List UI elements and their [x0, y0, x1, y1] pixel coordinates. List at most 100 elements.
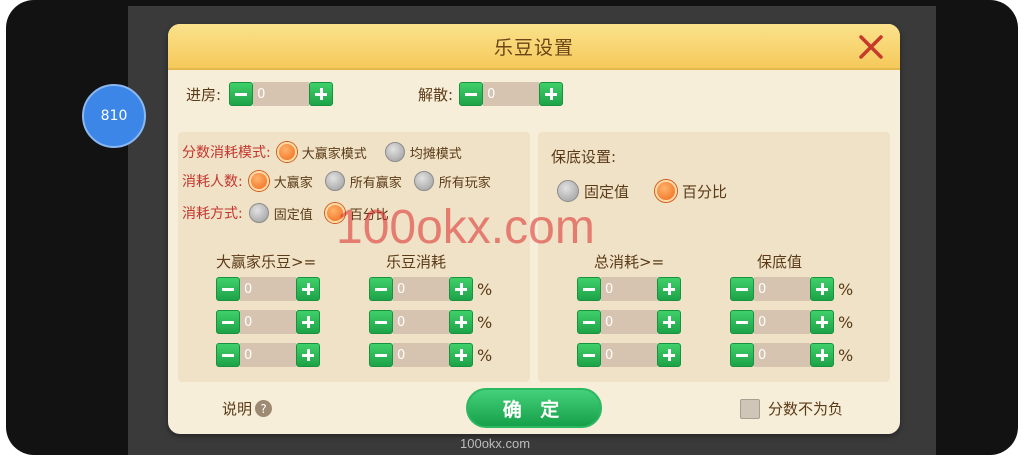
- dissolve-row: 解散: 0: [418, 80, 564, 108]
- total-threshold-stepper: 0: [577, 343, 681, 367]
- minus-button[interactable]: [369, 310, 393, 334]
- plus-button[interactable]: [449, 310, 473, 334]
- help-link[interactable]: 说明 ?: [222, 398, 273, 419]
- threshold-stepper: 0: [216, 277, 320, 301]
- enter-room-value[interactable]: 0: [253, 82, 310, 106]
- minus-button[interactable]: [577, 343, 601, 367]
- total-threshold-value[interactable]: 0: [601, 277, 657, 301]
- score-mode-label: 分数消耗模式:: [182, 145, 271, 161]
- threshold-value[interactable]: 0: [240, 277, 296, 301]
- enter-room-row: 进房: 0: [186, 80, 334, 108]
- confirm-button[interactable]: 确 定: [466, 388, 602, 428]
- total-threshold-stepper: 0: [577, 310, 681, 334]
- close-icon[interactable]: [856, 32, 886, 62]
- dissolve-stepper: 0: [459, 82, 564, 106]
- radio-floor-percent[interactable]: [655, 180, 678, 202]
- radio-label: 所有玩家: [438, 175, 491, 191]
- plus-button[interactable]: [810, 343, 834, 367]
- floor-stepper: 0 %: [730, 343, 853, 367]
- plus-button[interactable]: [309, 82, 334, 106]
- plus-button[interactable]: [296, 343, 320, 367]
- minus-button[interactable]: [216, 310, 240, 334]
- plus-button[interactable]: [449, 277, 473, 301]
- plus-button[interactable]: [296, 310, 320, 334]
- minus-button[interactable]: [459, 82, 484, 106]
- radio-big-winner-mode[interactable]: [276, 142, 297, 162]
- col-header-big-winner-beans: 大赢家乐豆>=: [216, 253, 317, 271]
- radio-label: 百分比: [682, 182, 728, 201]
- non-negative-checkbox[interactable]: [740, 398, 760, 419]
- plus-button[interactable]: [810, 310, 834, 334]
- percent-unit: %: [838, 345, 854, 365]
- radio-floor-fixed[interactable]: [557, 180, 579, 202]
- floor-stepper: 0 %: [730, 277, 853, 301]
- minus-button[interactable]: [730, 343, 754, 367]
- minus-button[interactable]: [229, 82, 254, 106]
- plus-button[interactable]: [810, 277, 834, 301]
- help-label: 说明: [222, 400, 253, 418]
- plus-button[interactable]: [296, 277, 320, 301]
- threshold-stepper: 0: [216, 343, 320, 367]
- minus-button[interactable]: [577, 310, 601, 334]
- consume-method-label: 消耗方式:: [182, 206, 243, 222]
- threshold-value[interactable]: 0: [240, 310, 296, 334]
- floor-value[interactable]: 0: [754, 277, 810, 301]
- total-threshold-value[interactable]: 0: [601, 343, 657, 367]
- percent-unit: %: [838, 279, 854, 299]
- score-mode-row: 分数消耗模式: 大赢家模式 均摊模式: [182, 142, 474, 162]
- plus-button[interactable]: [657, 310, 681, 334]
- floor-value[interactable]: 0: [754, 343, 810, 367]
- minus-button[interactable]: [577, 277, 601, 301]
- minus-button[interactable]: [369, 277, 393, 301]
- floor-options-row: 固定值 百分比: [557, 180, 739, 202]
- percent-unit: %: [477, 312, 493, 332]
- dialog-titlebar: 乐豆设置: [168, 24, 900, 70]
- enter-room-stepper: 0: [229, 82, 334, 106]
- plus-button[interactable]: [657, 343, 681, 367]
- col-header-total-consume: 总消耗>=: [594, 253, 665, 271]
- consume-stepper: 0 %: [369, 343, 492, 367]
- minus-button[interactable]: [369, 343, 393, 367]
- consume-stepper: 0 %: [369, 277, 492, 301]
- radio-big-winner[interactable]: [248, 171, 269, 191]
- consume-count-row: 消耗人数: 大赢家 所有赢家 所有玩家: [182, 171, 503, 191]
- floor-setting-row: 保底设置:: [551, 146, 616, 167]
- total-threshold-stepper: 0: [577, 277, 681, 301]
- question-icon[interactable]: ?: [255, 400, 273, 417]
- consume-count-label: 消耗人数:: [182, 174, 243, 190]
- minus-button[interactable]: [730, 277, 754, 301]
- plus-button[interactable]: [539, 82, 564, 106]
- radio-all-players[interactable]: [413, 171, 434, 191]
- dialog-title: 乐豆设置: [493, 36, 574, 59]
- screen: 810 乐豆设置 进房: 0 解散: 0 分数消耗模式: 大赢家模式 均摊模式 …: [0, 0, 1024, 461]
- floor-panel: 保底设置: 固定值 百分比 总消耗>= 保底值 0 0 % 0 0 % 0 0 …: [538, 132, 890, 382]
- consume-value[interactable]: 0: [393, 310, 449, 334]
- minus-button[interactable]: [216, 277, 240, 301]
- minus-button[interactable]: [216, 343, 240, 367]
- consumption-panel: 分数消耗模式: 大赢家模式 均摊模式 消耗人数: 大赢家 所有赢家 所有玩家 消…: [178, 132, 530, 382]
- footer-watermark: 100okx.com: [460, 436, 531, 451]
- radio-fixed-value[interactable]: [248, 203, 269, 223]
- radio-label: 大赢家: [273, 175, 313, 191]
- radio-split-mode[interactable]: [384, 142, 405, 162]
- threshold-stepper: 0: [216, 310, 320, 334]
- floating-bubble[interactable]: 810: [82, 84, 146, 148]
- consume-value[interactable]: 0: [393, 277, 449, 301]
- plus-button[interactable]: [657, 277, 681, 301]
- percent-unit: %: [477, 345, 493, 365]
- enter-room-label: 进房:: [186, 85, 222, 104]
- percent-unit: %: [838, 312, 854, 332]
- dissolve-label: 解散:: [418, 85, 454, 104]
- floor-stepper: 0 %: [730, 310, 853, 334]
- radio-all-winners[interactable]: [324, 171, 345, 191]
- consume-value[interactable]: 0: [393, 343, 449, 367]
- dissolve-value[interactable]: 0: [483, 82, 540, 106]
- total-threshold-value[interactable]: 0: [601, 310, 657, 334]
- plus-button[interactable]: [449, 343, 473, 367]
- radio-label: 均摊模式: [409, 146, 462, 162]
- non-negative-label: 分数不为负: [768, 400, 844, 418]
- non-negative-option: 分数不为负: [740, 398, 843, 419]
- threshold-value[interactable]: 0: [240, 343, 296, 367]
- minus-button[interactable]: [730, 310, 754, 334]
- floor-value[interactable]: 0: [754, 310, 810, 334]
